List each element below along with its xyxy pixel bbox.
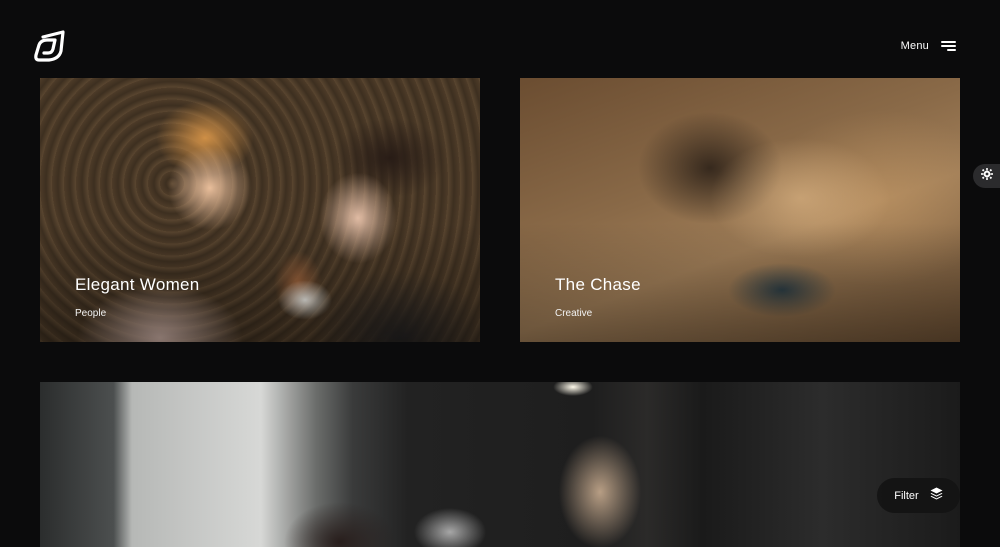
hamburger-icon (941, 41, 956, 51)
project-image (40, 382, 960, 547)
image-overlay (520, 78, 960, 342)
project-title: Elegant Women (75, 275, 200, 294)
gear-icon (980, 167, 993, 185)
project-card-the-chase[interactable]: The Chase Creative (520, 78, 960, 342)
project-category: People (75, 308, 107, 319)
filter-button[interactable]: Filter (877, 478, 960, 513)
menu-label: Menu (900, 40, 929, 52)
layers-icon (930, 487, 943, 505)
image-overlay (40, 78, 480, 342)
brand-logo-icon[interactable] (33, 29, 69, 63)
project-title: The Chase (555, 275, 641, 294)
project-category: Creative (555, 308, 593, 319)
filter-label: Filter (894, 489, 919, 502)
project-card-backstage[interactable] (40, 382, 960, 547)
settings-toggle[interactable] (973, 164, 1000, 188)
project-card-elegant-women[interactable]: Elegant Women People (40, 78, 480, 342)
menu-button[interactable]: Menu (901, 36, 956, 56)
portfolio-page: Menu Elegant Women People The Chase Crea… (0, 0, 1000, 547)
